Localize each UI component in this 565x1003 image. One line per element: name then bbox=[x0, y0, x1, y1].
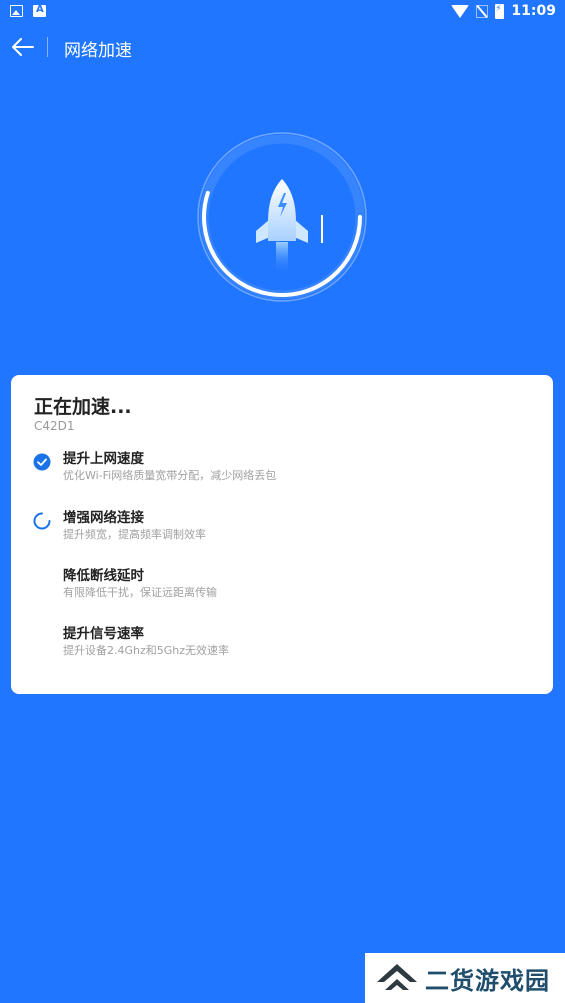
toolbar-divider bbox=[47, 37, 48, 57]
no-signal-icon bbox=[476, 4, 489, 18]
arrow-left-icon bbox=[12, 38, 34, 56]
step-desc: 优化Wi-Fi网络质量宽带分配，减少网络丢包 bbox=[63, 469, 277, 482]
step-title: 降低断线延时 bbox=[63, 568, 144, 584]
step-item: 降低断线延时 有限降低干扰，保证远距离传输 bbox=[11, 564, 553, 608]
step-desc: 有限降低干扰，保证远距离传输 bbox=[63, 586, 217, 599]
back-button[interactable] bbox=[10, 34, 36, 60]
status-time: 11:09 bbox=[511, 3, 556, 19]
step-title: 提升信号速率 bbox=[63, 626, 144, 642]
step-title: 增强网络连接 bbox=[63, 510, 144, 526]
device-code: C42D1 bbox=[34, 419, 75, 433]
card-title: 正在加速... bbox=[34, 396, 132, 418]
step-item: 增强网络连接 提升频宽，提高频率调制效率 bbox=[11, 506, 553, 550]
loading-spinner-icon bbox=[33, 512, 51, 530]
speed-progress-ring bbox=[196, 131, 368, 303]
watermark-text: 二货游戏园 bbox=[425, 967, 550, 995]
rocket-icon bbox=[256, 179, 308, 274]
step-desc: 提升频宽，提高频率调制效率 bbox=[63, 528, 206, 541]
step-desc: 提升设备2.4Ghz和5Ghz无效速率 bbox=[63, 644, 230, 657]
step-item: 提升上网速度 优化Wi-Fi网络质量宽带分配，减少网络丢包 bbox=[11, 447, 553, 491]
app-notification-icon: A bbox=[33, 4, 46, 17]
gallery-notification-icon bbox=[10, 5, 23, 17]
battery-charging-icon bbox=[495, 3, 505, 19]
watermark-logo-icon bbox=[377, 964, 417, 990]
step-item: 提升信号速率 提升设备2.4Ghz和5Ghz无效速率 bbox=[11, 622, 553, 666]
check-circle-icon bbox=[33, 453, 51, 471]
acceleration-card: 正在加速... C42D1 提升上网速度 优化Wi-Fi网络质量宽带分配，减少网… bbox=[11, 375, 553, 694]
step-title: 提升上网速度 bbox=[63, 451, 144, 467]
status-bar: A 11:09 bbox=[0, 0, 565, 24]
toolbar: 网络加速 bbox=[0, 28, 565, 66]
wifi-icon bbox=[451, 4, 470, 18]
page-title: 网络加速 bbox=[64, 41, 132, 61]
